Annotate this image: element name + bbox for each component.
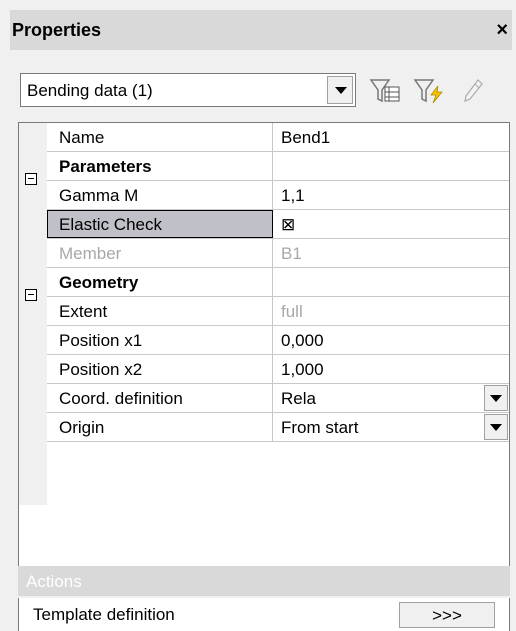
row-label: Coord. definition [47, 384, 273, 412]
coord-definition-select[interactable]: Rela [273, 384, 509, 412]
row-label: Position x2 [47, 355, 273, 383]
coord-definition-dropdown-button[interactable] [484, 385, 508, 411]
gamma-m-field[interactable]: 1,1 [273, 181, 509, 209]
member-value: B1 [281, 244, 302, 263]
row-elastic-check[interactable]: Elastic Check ⊠ [47, 210, 509, 239]
elastic-check-checkbox[interactable]: ⊠ [273, 210, 509, 238]
actions-title: Actions [26, 572, 82, 591]
row-label: Origin [47, 413, 273, 441]
category-label: Geometry [47, 268, 273, 296]
object-selector-dropdown-button[interactable] [327, 76, 353, 104]
category-parameters: Parameters [47, 152, 509, 181]
origin-dropdown-button[interactable] [484, 414, 508, 440]
row-label: Elastic Check [47, 210, 273, 238]
close-icon[interactable]: × [496, 19, 508, 42]
chevron-down-icon [490, 424, 502, 431]
category-value [273, 152, 509, 180]
name-field[interactable]: Bend1 [273, 123, 509, 151]
extent-value: full [281, 302, 303, 321]
category-label: Parameters [47, 152, 273, 180]
row-position-x1[interactable]: Position x1 0,000 [47, 326, 509, 355]
properties-header: Properties × [10, 10, 512, 50]
row-name[interactable]: Name Bend1 [47, 123, 509, 152]
row-position-x2[interactable]: Position x2 1,000 [47, 355, 509, 384]
property-grid: Name Bend1 Parameters Gamma M 1,1 Elasti… [18, 122, 510, 567]
collapse-parameters-icon[interactable] [25, 173, 37, 185]
row-member: Member B1 [47, 239, 509, 268]
object-selector-value: Bending data (1) [27, 81, 153, 100]
row-label: Position x1 [47, 326, 273, 354]
panel-title: Properties [12, 20, 102, 40]
template-definition-button[interactable]: >>> [399, 602, 495, 628]
template-definition-label: Template definition [33, 605, 175, 624]
origin-select[interactable]: From start [273, 413, 509, 441]
row-label: Name [47, 123, 273, 151]
row-coord-definition[interactable]: Coord. definition Rela [47, 384, 509, 413]
category-geometry: Geometry [47, 268, 509, 297]
row-origin[interactable]: Origin From start [47, 413, 509, 442]
template-definition-row: Template definition >>> [18, 598, 510, 631]
actions-header: Actions [18, 566, 510, 596]
chevron-down-icon [490, 395, 502, 402]
chevron-down-icon [335, 87, 347, 94]
pencil-icon[interactable] [460, 77, 486, 105]
position-x2-field[interactable]: 1,000 [273, 355, 509, 383]
filter-lightning-icon[interactable] [412, 77, 446, 105]
position-x1-field[interactable]: 0,000 [273, 326, 509, 354]
row-extent: Extent full [47, 297, 509, 326]
collapse-geometry-icon[interactable] [25, 289, 37, 301]
row-label: Extent [47, 297, 273, 325]
row-label: Gamma M [47, 181, 273, 209]
category-value [273, 268, 509, 296]
row-label: Member [47, 239, 273, 267]
filter-table-icon[interactable] [368, 77, 402, 105]
row-gamma-m[interactable]: Gamma M 1,1 [47, 181, 509, 210]
object-selector[interactable]: Bending data (1) [20, 73, 356, 107]
